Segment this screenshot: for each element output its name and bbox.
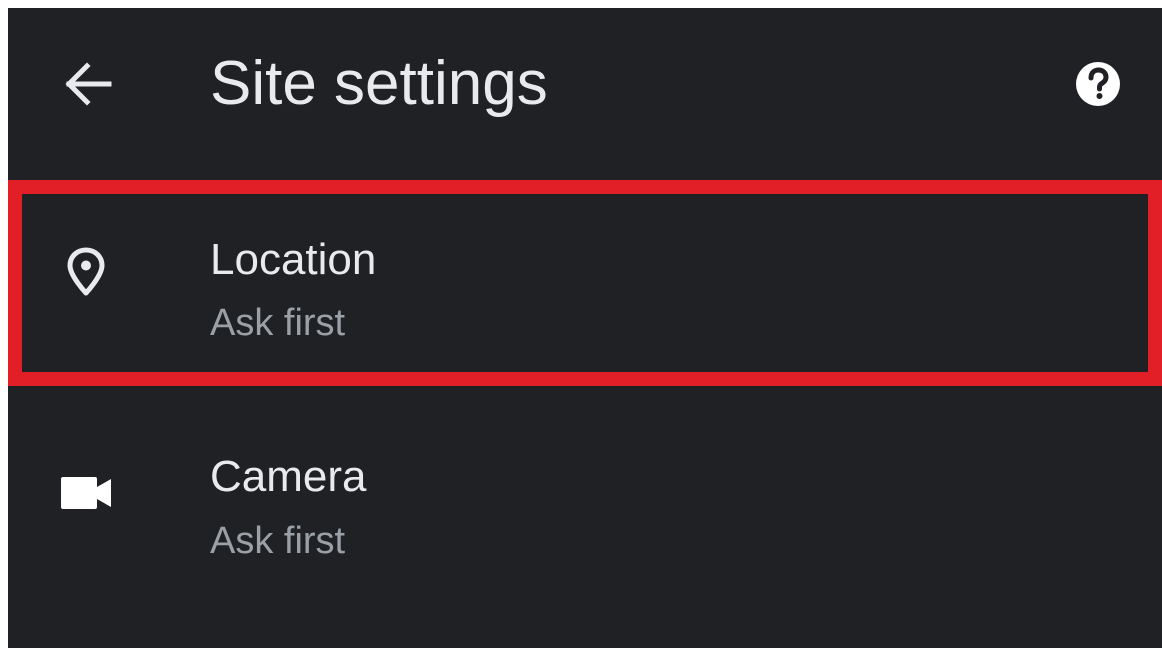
arrow-back-icon [65, 62, 112, 106]
back-button[interactable] [58, 54, 118, 114]
page-title: Site settings [210, 49, 548, 118]
app-bar: Site settings [8, 8, 1162, 173]
camera-icon-wrap [56, 463, 116, 523]
setting-label: Camera [210, 452, 367, 501]
location-icon-wrap [56, 242, 116, 302]
videocam-icon [61, 477, 111, 509]
setting-value: Ask first [210, 302, 346, 344]
help-circle-icon [1076, 62, 1120, 106]
help-button[interactable] [1072, 58, 1124, 110]
setting-label: Location [210, 235, 377, 284]
site-settings-screen: Site settings Location Ask first Camera … [8, 8, 1162, 648]
location-pin-icon [67, 247, 105, 296]
setting-row-camera[interactable]: Camera Ask first [8, 401, 1162, 611]
setting-row-location[interactable]: Location Ask first [8, 182, 1162, 392]
setting-value: Ask first [210, 520, 346, 562]
